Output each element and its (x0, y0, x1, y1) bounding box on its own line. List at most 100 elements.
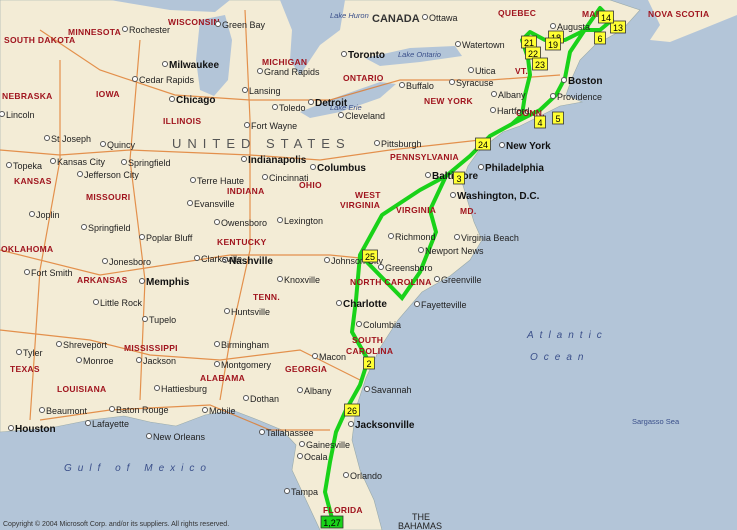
city-label: Indianapolis (248, 155, 307, 166)
state-label: NEBRASKA (2, 91, 53, 101)
bahamas-label: BAHAMAS (398, 521, 442, 530)
city-label: Greensboro (385, 263, 433, 273)
city-dot (455, 41, 461, 47)
state-label: ARKANSAS (77, 275, 128, 285)
stop-marker[interactable]: 5 (552, 111, 564, 125)
state-label: NEW YORK (424, 96, 474, 106)
city-dot (297, 453, 303, 459)
stop-marker[interactable]: 6 (594, 31, 606, 45)
city-label: Toledo (279, 103, 306, 113)
city-dot (259, 429, 265, 435)
city-label: Boston (568, 76, 602, 87)
city-dot (356, 321, 362, 327)
lake-ontario-label: Lake Ontario (398, 50, 441, 59)
state-label: WISCONSIN (168, 17, 220, 27)
city-dot (190, 177, 196, 183)
stop-number: 26 (347, 406, 357, 416)
stop-marker[interactable]: 21 (521, 35, 537, 49)
sargasso-label: Sargasso Sea (632, 417, 680, 426)
city-label: Virginia Beach (461, 233, 519, 243)
city-dot (338, 112, 344, 118)
stop-marker[interactable]: 4 (534, 115, 546, 129)
city-dot (277, 217, 283, 223)
state-label: GEORGIA (285, 364, 327, 374)
city-label: Cleveland (345, 111, 385, 121)
city-dot (224, 308, 230, 314)
state-label: WEST (355, 190, 381, 200)
state-label: NOVA SCOTIA (648, 9, 709, 19)
city-label: Philadelphia (485, 163, 544, 174)
city-dot (100, 141, 106, 147)
city-dot (491, 91, 497, 97)
city-label: Charlotte (343, 299, 387, 310)
city-dot (162, 61, 168, 67)
city-label: Ocala (304, 452, 328, 462)
city-dot (299, 441, 305, 447)
city-label: New Orleans (153, 432, 206, 442)
state-label: PENNSYLVANIA (390, 152, 459, 162)
city-label: Green Bay (222, 20, 266, 30)
city-dot (284, 488, 290, 494)
city-label: Toronto (348, 50, 385, 61)
city-dot (132, 76, 138, 82)
stop-marker[interactable]: 14 (598, 10, 614, 24)
city-dot (109, 406, 115, 412)
city-label: Rochester (129, 25, 170, 35)
city-dot (139, 278, 145, 284)
city-dot (121, 159, 127, 165)
city-label: Springfield (88, 223, 131, 233)
atlantic-label: Atlantic (526, 330, 608, 341)
city-dot (242, 87, 248, 93)
state-label: MD. (460, 206, 476, 216)
city-label: Grand Rapids (264, 67, 320, 77)
stop-number: 5 (555, 114, 560, 124)
city-dot (102, 258, 108, 264)
city-dot (561, 77, 567, 83)
city-label: Gainesville (306, 440, 350, 450)
city-dot (16, 349, 22, 355)
city-dot (122, 26, 128, 32)
stop-number: 23 (535, 60, 545, 70)
city-label: St Joseph (51, 134, 91, 144)
stop-marker[interactable]: 23 (532, 57, 548, 71)
city-label: Buffalo (406, 81, 434, 91)
city-label: Watertown (462, 40, 505, 50)
state-label: KENTUCKY (217, 237, 267, 247)
city-label: Utica (475, 66, 496, 76)
map-canvas[interactable]: Lake Huron Lake Ontario Lake Erie CANADA… (0, 0, 737, 530)
state-label: SOUTH DAKOTA (4, 35, 75, 45)
state-label: ILLINOIS (163, 116, 201, 126)
city-label: Hattiesburg (161, 384, 207, 394)
city-label: Tallahassee (266, 428, 314, 438)
city-dot (214, 219, 220, 225)
city-label: Shreveport (63, 340, 108, 350)
city-label: Poplar Bluff (146, 233, 193, 243)
city-dot (490, 107, 496, 113)
city-dot (76, 357, 82, 363)
stop-marker[interactable]: 19 (545, 37, 561, 51)
country-label-canada: CANADA (372, 13, 420, 25)
state-label: VT. (515, 66, 528, 76)
city-dot (187, 200, 193, 206)
city-dot (257, 68, 263, 74)
stop-marker[interactable]: 22 (525, 46, 541, 60)
city-dot (50, 158, 56, 164)
stop-marker[interactable]: 1,27 (320, 515, 344, 529)
city-dot (142, 316, 148, 322)
city-label: Lansing (249, 86, 281, 96)
city-dot (241, 156, 247, 162)
city-label: Clarksville (201, 254, 242, 264)
city-dot (93, 299, 99, 305)
route-map[interactable]: Lake Huron Lake Ontario Lake Erie CANADA… (0, 0, 737, 530)
stop-marker[interactable]: 3 (453, 171, 465, 185)
city-label: Cincinnati (269, 173, 309, 183)
stop-marker[interactable]: 26 (344, 403, 360, 417)
stop-marker[interactable]: 25 (362, 249, 378, 263)
city-dot (77, 171, 83, 177)
city-label: Owensboro (221, 218, 267, 228)
stop-marker[interactable]: 2 (363, 356, 375, 370)
city-dot (378, 264, 384, 270)
stop-marker[interactable]: 24 (475, 137, 491, 151)
stop-number: 25 (365, 252, 375, 262)
city-dot (418, 247, 424, 253)
